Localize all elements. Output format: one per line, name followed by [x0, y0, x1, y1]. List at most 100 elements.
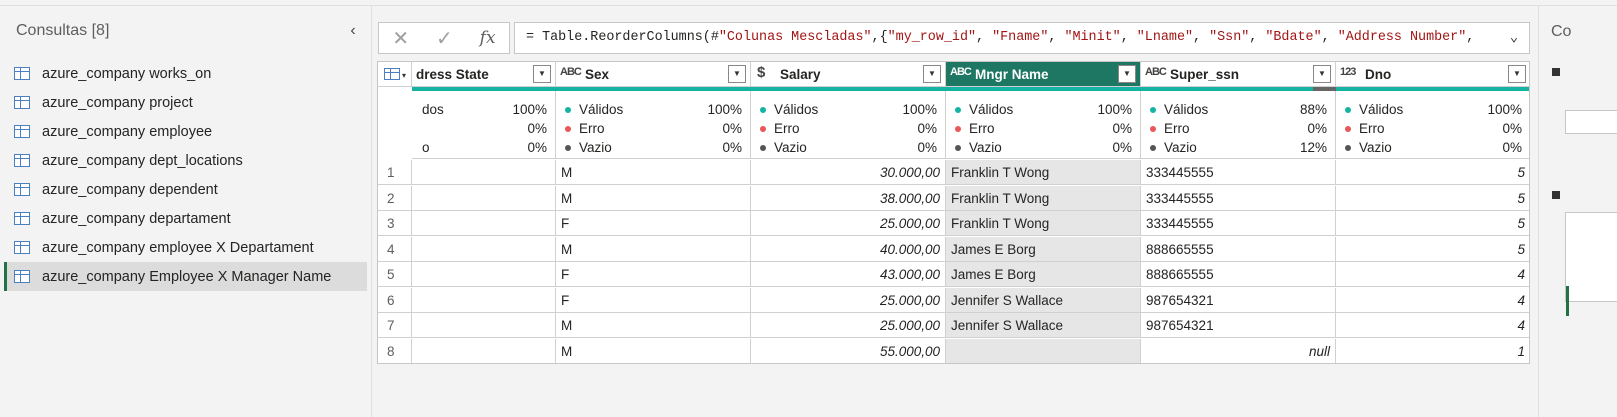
type-icon[interactable]: 123 — [1340, 66, 1356, 78]
name-field[interactable] — [1565, 110, 1617, 134]
table-cell[interactable]: 25.000,00 — [751, 313, 946, 338]
column-header-label: Super_ssn — [1170, 67, 1240, 82]
query-item[interactable]: azure_company dependent — [4, 175, 367, 204]
table-menu-button[interactable]: ▾ — [378, 62, 412, 87]
type-icon[interactable]: $ — [757, 64, 765, 81]
quality-row: Válidos 88% — [1141, 101, 1335, 120]
table-cell[interactable]: 4 — [1336, 262, 1529, 287]
type-icon[interactable]: ABC — [950, 66, 972, 78]
row-number[interactable]: 2 — [378, 185, 412, 211]
table-cell[interactable]: 25.000,00 — [751, 287, 946, 313]
table-cell[interactable]: 987654321 — [1141, 313, 1336, 338]
table-cell[interactable]: null — [1141, 338, 1336, 363]
table-cell[interactable] — [412, 185, 556, 211]
type-icon[interactable]: ABC — [1145, 66, 1167, 78]
table-cell[interactable]: M — [556, 338, 751, 363]
table-cell[interactable]: F — [556, 262, 751, 287]
table-cell[interactable]: 55.000,00 — [751, 338, 946, 363]
table-cell[interactable] — [412, 313, 556, 338]
table-cell[interactable]: 5 — [1336, 236, 1529, 262]
column-header[interactable]: 123 Dno ▼ — [1336, 62, 1529, 87]
table-cell[interactable]: Jennifer S Wallace — [946, 287, 1141, 313]
column-header[interactable]: ABC Sex ▼ — [556, 62, 751, 87]
filter-dropdown-icon[interactable]: ▼ — [1118, 65, 1136, 83]
collapse-marker-icon[interactable] — [1552, 191, 1560, 199]
status-dot-icon — [1150, 126, 1156, 132]
cancel-formula-icon[interactable]: ✕ — [392, 26, 409, 51]
table-cell[interactable]: 333445555 — [1141, 185, 1336, 211]
table-cell[interactable] — [412, 287, 556, 313]
confirm-formula-icon[interactable]: ✓ — [436, 26, 453, 51]
collapse-pane-icon[interactable]: ‹ — [346, 22, 360, 40]
filter-dropdown-icon[interactable]: ▼ — [923, 65, 941, 83]
applied-steps-list[interactable] — [1565, 212, 1617, 302]
table-cell[interactable] — [946, 338, 1141, 363]
table-cell[interactable]: Jennifer S Wallace — [946, 313, 1141, 338]
formula-input[interactable]: = Table.ReorderColumns(#"Colunas Mesclad… — [514, 22, 1530, 54]
table-cell[interactable]: 5 — [1336, 160, 1529, 185]
quality-percent: 0% — [722, 140, 742, 155]
query-item[interactable]: azure_company Employee X Manager Name — [4, 262, 367, 291]
table-cell[interactable]: 1 — [1336, 338, 1529, 363]
type-icon[interactable]: ABC — [560, 66, 582, 78]
query-item[interactable]: azure_company employee X Departament — [4, 233, 367, 262]
query-item[interactable]: azure_company departament — [4, 204, 367, 233]
row-number[interactable]: 5 — [378, 262, 412, 287]
column-header[interactable]: dress State ▼ — [412, 62, 556, 87]
quality-row: Erro 0% — [946, 120, 1140, 139]
filter-dropdown-icon[interactable]: ▼ — [1313, 65, 1331, 83]
ribbon-group-label: Nova Consulta — [108, 0, 180, 3]
table-cell[interactable]: M — [556, 185, 751, 211]
table-cell[interactable]: F — [556, 211, 751, 236]
column-header[interactable]: ABC Super_ssn ▼ — [1141, 62, 1336, 87]
row-number[interactable]: 3 — [378, 211, 412, 236]
query-item[interactable]: azure_company dept_locations — [4, 146, 367, 175]
row-number[interactable]: 4 — [378, 236, 412, 262]
row-number[interactable]: 6 — [378, 287, 412, 313]
table-cell[interactable]: 25.000,00 — [751, 211, 946, 236]
table-cell[interactable]: James E Borg — [946, 262, 1141, 287]
expand-formula-icon[interactable]: ⌄ — [1505, 23, 1523, 53]
table-cell[interactable]: Franklin T Wong — [946, 185, 1141, 211]
table-cell[interactable]: James E Borg — [946, 236, 1141, 262]
table-cell[interactable]: M — [556, 236, 751, 262]
status-dot-icon — [760, 145, 766, 151]
table-cell[interactable]: Franklin T Wong — [946, 211, 1141, 236]
table-cell[interactable]: 4 — [1336, 313, 1529, 338]
query-item[interactable]: azure_company works_on — [4, 59, 367, 88]
table-cell[interactable]: 4 — [1336, 287, 1529, 313]
table-cell[interactable]: M — [556, 313, 751, 338]
column-header[interactable]: ABC Mngr Name ▼ — [946, 62, 1141, 87]
row-number[interactable]: 8 — [378, 338, 412, 363]
query-item[interactable]: azure_company employee — [4, 117, 367, 146]
table-cell[interactable]: 40.000,00 — [751, 236, 946, 262]
table-cell[interactable]: 888665555 — [1141, 262, 1336, 287]
filter-dropdown-icon[interactable]: ▼ — [1508, 65, 1526, 83]
table-cell[interactable] — [412, 338, 556, 363]
table-cell[interactable] — [412, 262, 556, 287]
quality-percent: 12% — [1299, 140, 1327, 155]
row-number[interactable]: 7 — [378, 313, 412, 338]
collapse-marker-icon[interactable] — [1552, 68, 1560, 76]
table-cell[interactable]: 30.000,00 — [751, 160, 946, 185]
table-cell[interactable]: M — [556, 160, 751, 185]
table-cell[interactable] — [412, 160, 556, 185]
table-cell[interactable]: 5 — [1336, 185, 1529, 211]
table-cell[interactable]: 333445555 — [1141, 160, 1336, 185]
table-cell[interactable]: F — [556, 287, 751, 313]
table-cell[interactable]: 888665555 — [1141, 236, 1336, 262]
table-cell[interactable]: 43.000,00 — [751, 262, 946, 287]
table-cell[interactable] — [412, 211, 556, 236]
query-item[interactable]: azure_company project — [4, 88, 367, 117]
column-header[interactable]: $ Salary ▼ — [751, 62, 946, 87]
table-cell[interactable]: 38.000,00 — [751, 185, 946, 211]
filter-dropdown-icon[interactable]: ▼ — [533, 65, 551, 83]
table-cell[interactable]: Franklin T Wong — [946, 160, 1141, 185]
table-cell[interactable]: 5 — [1336, 211, 1529, 236]
row-number[interactable]: 1 — [378, 160, 412, 185]
filter-dropdown-icon[interactable]: ▼ — [728, 65, 746, 83]
table-cell[interactable] — [412, 236, 556, 262]
fx-icon[interactable]: fx — [480, 28, 496, 48]
table-cell[interactable]: 987654321 — [1141, 287, 1336, 313]
table-cell[interactable]: 333445555 — [1141, 211, 1336, 236]
